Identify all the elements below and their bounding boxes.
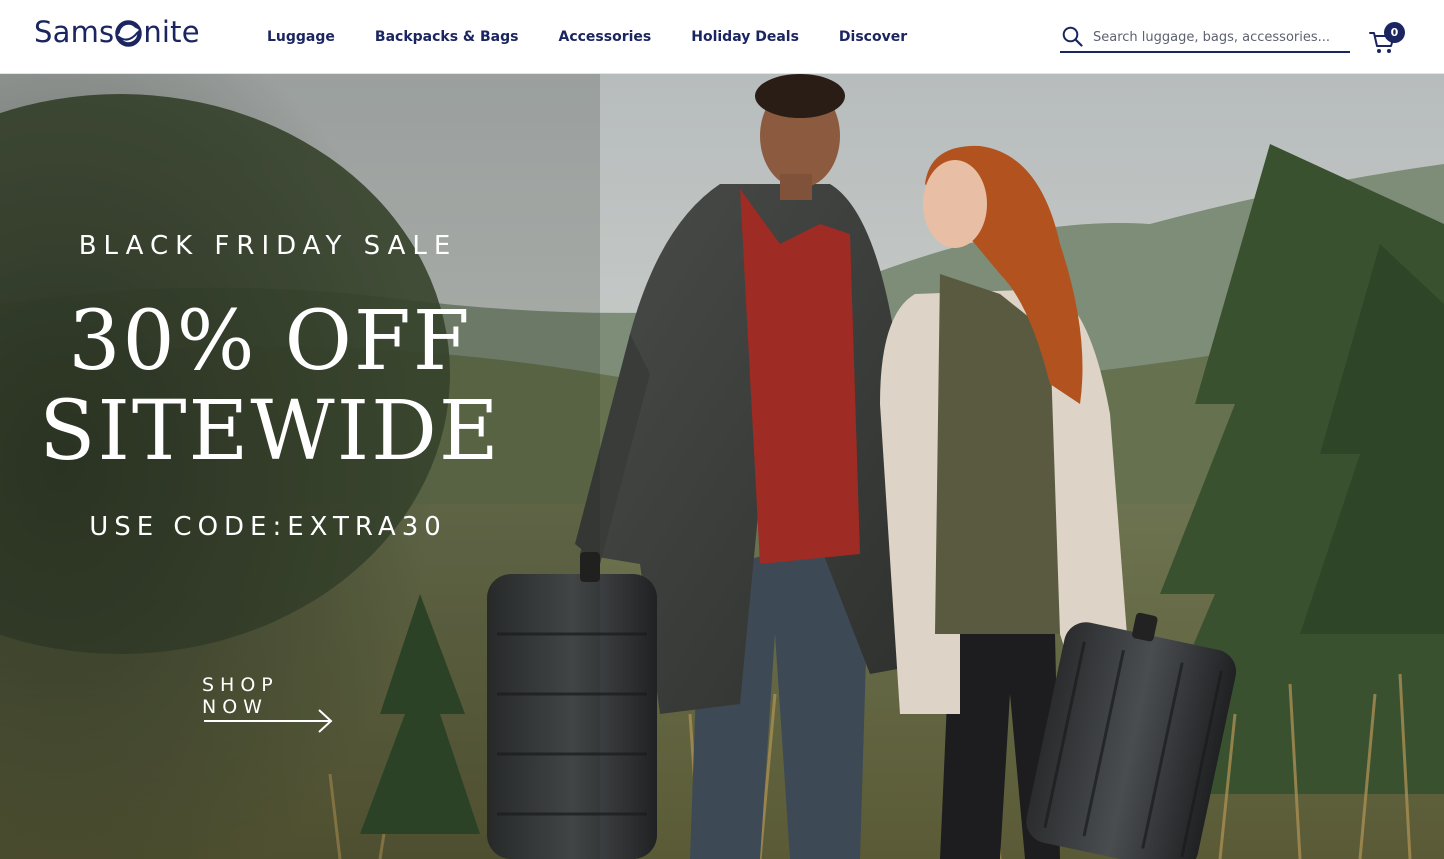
shop-now-button[interactable]: SHOP NOW bbox=[200, 674, 340, 744]
main-nav: Luggage Backpacks & Bags Accessories Hol… bbox=[267, 27, 947, 47]
samsonite-logo[interactable]: Sams nite bbox=[34, 14, 200, 50]
arrow-right-icon bbox=[204, 709, 333, 733]
logo-swirl-icon bbox=[115, 19, 143, 47]
search-icon[interactable] bbox=[1062, 26, 1083, 47]
site-header: Sams nite Luggage Backpacks & Bags Acces… bbox=[0, 0, 1444, 74]
search-input[interactable] bbox=[1093, 26, 1343, 48]
promo-headline: 30% OFF SITEWIDE bbox=[20, 297, 520, 477]
promo-headline-line2: SITEWIDE bbox=[39, 384, 501, 479]
promo-eyebrow: BLACK FRIDAY SALE bbox=[78, 231, 458, 261]
promo-code: USE CODE:EXTRA30 bbox=[89, 512, 447, 542]
hero-banner[interactable]: BLACK FRIDAY SALE 30% OFF SITEWIDE USE C… bbox=[0, 74, 1444, 859]
nav-backpacks-bags[interactable]: Backpacks & Bags bbox=[375, 27, 519, 47]
search-bar bbox=[1060, 24, 1350, 53]
nav-accessories[interactable]: Accessories bbox=[558, 27, 651, 47]
promo-headline-line1: 30% OFF bbox=[68, 294, 472, 389]
nav-holiday-deals[interactable]: Holiday Deals bbox=[691, 27, 799, 47]
nav-discover[interactable]: Discover bbox=[839, 27, 907, 47]
logo-text-right: nite bbox=[143, 15, 200, 49]
logo-text-left: Sams bbox=[34, 15, 115, 49]
cart-count-badge: 0 bbox=[1384, 22, 1405, 43]
nav-luggage[interactable]: Luggage bbox=[267, 27, 335, 47]
